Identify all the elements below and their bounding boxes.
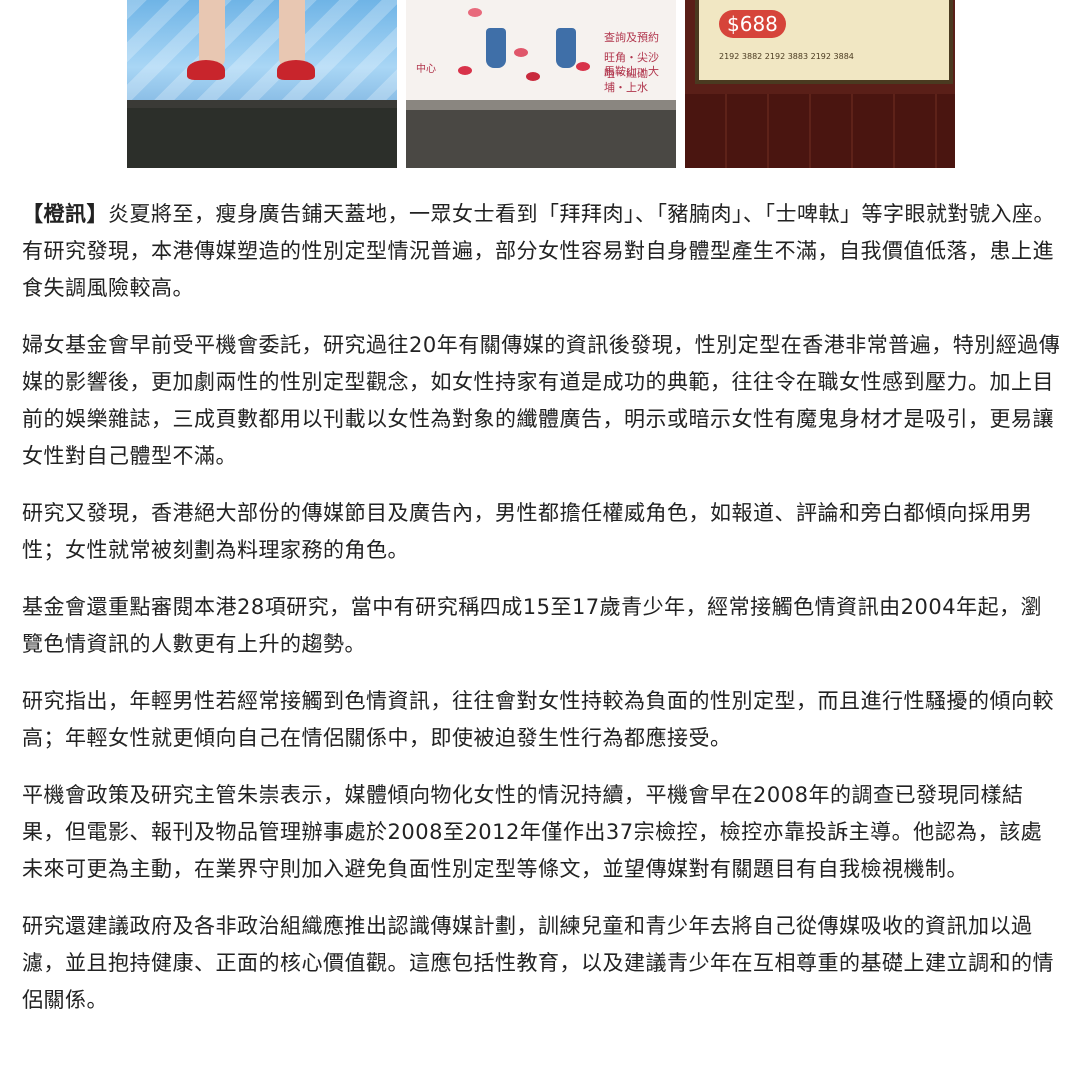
ad-location-line: 馬鞍山・大埔・上水 xyxy=(604,65,659,94)
paragraph-text: 炎夏將至，瘦身廣告鋪天蓋地，一眾女士看到「拜拜肉」、「豬腩肉」、「士啤軚」等字眼… xyxy=(22,202,1055,300)
petal-decoration xyxy=(458,66,472,75)
petal-decoration xyxy=(514,48,528,57)
red-shoe-left xyxy=(187,60,225,80)
red-shoe-right xyxy=(277,60,315,80)
source-tag: 【橙訊】 xyxy=(22,202,108,226)
ad-side-text: 中心 xyxy=(416,64,436,75)
slimming-ad-photo-legs xyxy=(127,0,397,168)
ad-contact-heading: 查詢及預約 xyxy=(604,31,659,44)
article-body: 【橙訊】炎夏將至，瘦身廣告鋪天蓋地，一眾女士看到「拜拜肉」、「豬腩肉」、「士啤軚… xyxy=(22,196,1062,1039)
billboard-frame xyxy=(406,100,676,110)
boot-left xyxy=(486,28,506,68)
petal-decoration xyxy=(468,8,482,17)
ad-phone-numbers: 2192 3882 2192 3883 2192 3884 xyxy=(719,52,854,61)
petal-decoration xyxy=(526,72,540,81)
tiled-wall xyxy=(685,94,955,168)
photo-strip: 中心 查詢及預約 旺角・尖沙咀・紅磡 馬鞍山・大埔・上水 $688 2192 3… xyxy=(0,0,1080,168)
article-paragraph: 基金會還重點審閱本港28項研究，當中有研究稱四成15至17歲青少年，經常接觸色情… xyxy=(22,595,1043,656)
wall-below-billboard xyxy=(127,108,397,168)
boot-right xyxy=(556,28,576,68)
article-paragraph: 研究還建議政府及各非政治組織應推出認識傳媒計劃，訓練兒童和青少年去將自己從傳媒吸… xyxy=(22,914,1054,1012)
slimming-ad-photo-boots: 中心 查詢及預約 旺角・尖沙咀・紅磡 馬鞍山・大埔・上水 xyxy=(406,0,676,168)
article-paragraph: 婦女基金會早前受平機會委託，研究過往20年有關傳媒的資訊後發現，性別定型在香港非… xyxy=(22,333,1061,468)
article-paragraph: 研究又發現，香港絕大部份的傳媒節目及廣告內，男性都擔任權威角色，如報道、評論和旁… xyxy=(22,501,1033,562)
ad-price-badge: $688 xyxy=(719,10,786,38)
article-paragraph: 研究指出，年輕男性若經常接觸到色情資訊，往往會對女性持較為負面的性別定型，而且進… xyxy=(22,689,1054,750)
article-paragraph: 平機會政策及研究主管朱崇表示，媒體傾向物化女性的情況持續，平機會早在2008年的… xyxy=(22,783,1043,881)
wall-below-billboard xyxy=(406,110,676,168)
article-paragraph: 【橙訊】炎夏將至，瘦身廣告鋪天蓋地，一眾女士看到「拜拜肉」、「豬腩肉」、「士啤軚… xyxy=(22,196,1062,307)
slimming-ad-photo-price: $688 2192 3882 2192 3883 2192 3884 xyxy=(685,0,955,168)
petal-decoration xyxy=(576,62,590,71)
price-ad-panel: $688 2192 3882 2192 3883 2192 3884 xyxy=(695,0,953,84)
